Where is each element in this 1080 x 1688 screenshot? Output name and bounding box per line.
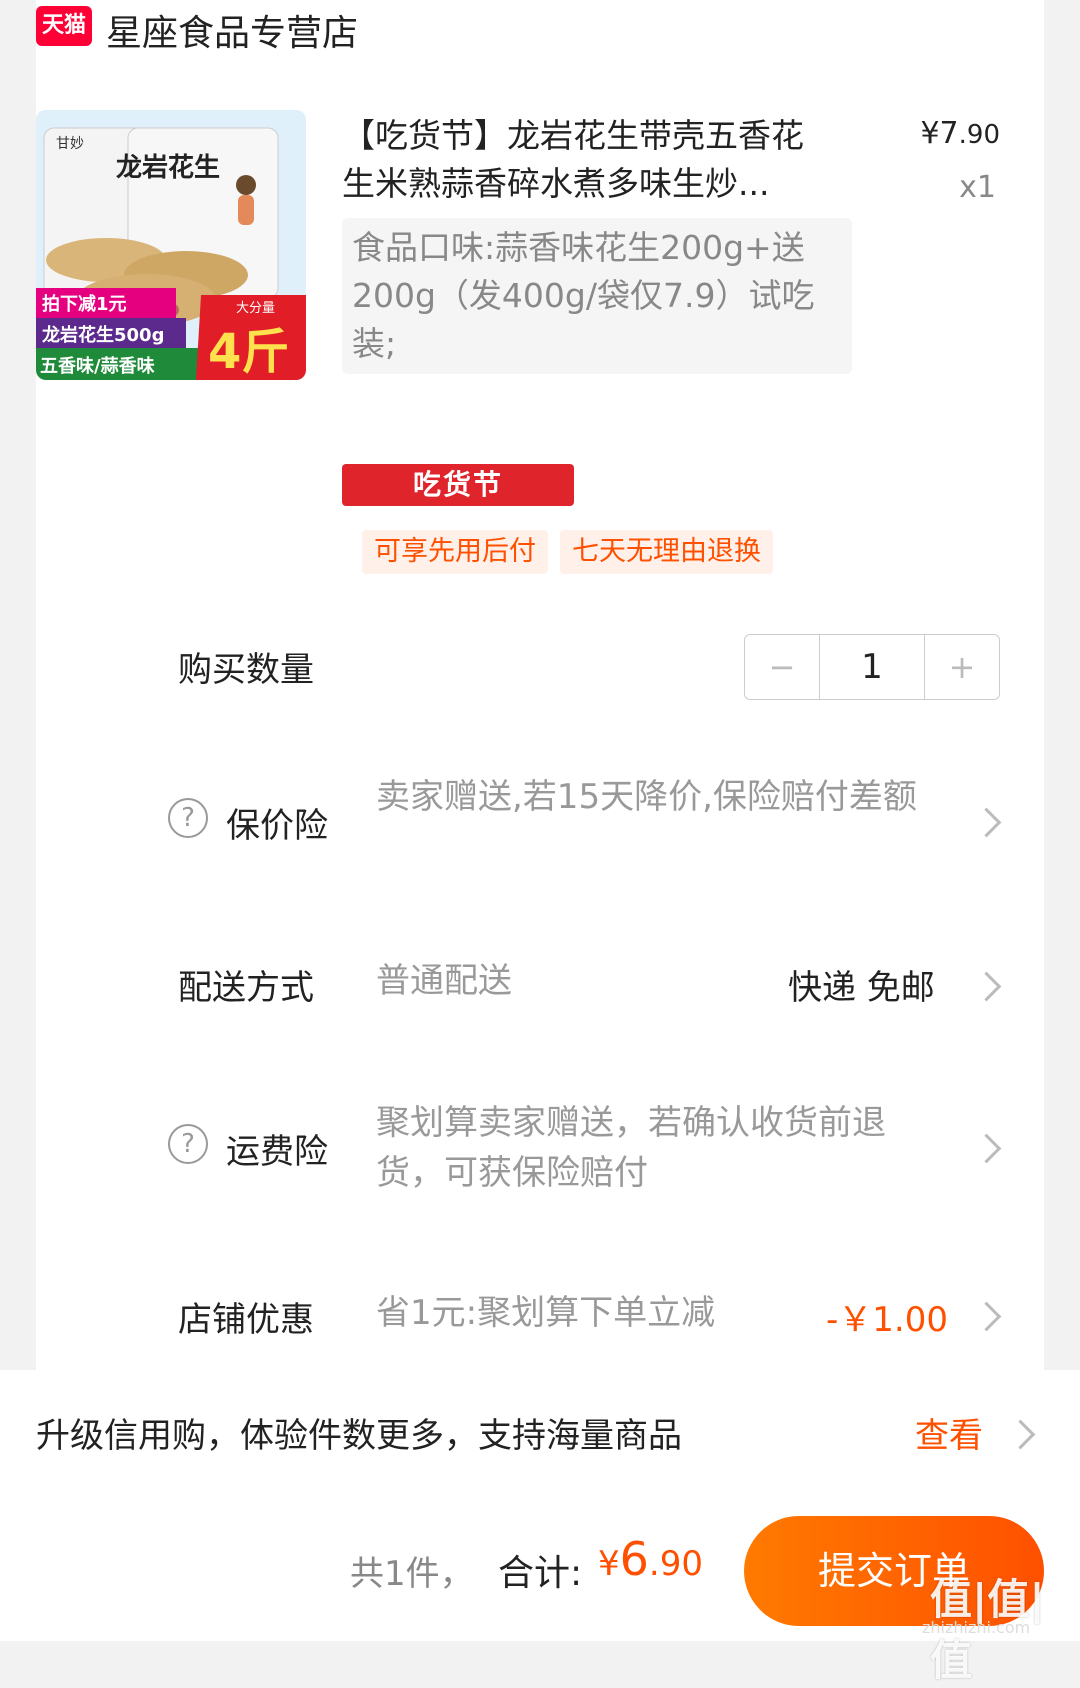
- watermark-site: zhizhizhi.com: [922, 1618, 1031, 1637]
- price-decimal: .90: [958, 120, 1000, 150]
- delivery-method: 普通配送: [376, 961, 512, 1001]
- svg-text:4斤: 4斤: [208, 324, 289, 380]
- product-title[interactable]: 【吃货节】龙岩花生带壳五香花生米熟蒜香碎水煮多味生炒...: [342, 112, 832, 208]
- increment-button[interactable]: +: [925, 635, 999, 699]
- shop-discount-label: 店铺优惠: [178, 1300, 314, 1340]
- festival-tag: 吃货节: [342, 464, 574, 506]
- shop-discount-text: 省1元:聚划算下单立减: [376, 1293, 716, 1333]
- svg-text:龙岩花生500g: 龙岩花生500g: [42, 324, 164, 346]
- total-label: 合计:: [498, 1553, 583, 1594]
- total-amount: ¥6.90: [598, 1532, 703, 1586]
- price-protect-text: 卖家赠送,若15天降价,保险赔付差额: [376, 777, 917, 817]
- total-integer: 6: [619, 1532, 649, 1586]
- svg-text:五香味/蒜香味: 五香味/蒜香味: [40, 355, 155, 377]
- svg-text:大分量: 大分量: [236, 301, 275, 316]
- product-quantity: x1: [959, 170, 996, 205]
- quantity-value[interactable]: 1: [819, 635, 925, 699]
- svg-text:拍下减1元: 拍下减1元: [42, 293, 127, 315]
- delivery-value: 快递 免邮: [788, 968, 935, 1008]
- product-photo-icon: 龙岩花生 甘妙 拍下减1元 龙岩花生500g 五香味/蒜香味 大分量 4斤: [36, 110, 306, 380]
- tmall-logo-icon: 天猫: [36, 6, 92, 46]
- total-symbol: ¥: [598, 1544, 620, 1584]
- checkout-bar: 共1件， 合计: ¥6.90 提交订单 值|值|值 zhizhizhi.com: [0, 1496, 1080, 1685]
- quantity-label: 购买数量: [178, 650, 314, 690]
- help-icon[interactable]: ?: [168, 1124, 208, 1164]
- item-count: 共1件，: [350, 1554, 474, 1594]
- service-tag-pay-later: 可享先用后付: [362, 530, 548, 574]
- decrement-button[interactable]: −: [745, 635, 819, 699]
- svg-text:甘妙: 甘妙: [56, 136, 84, 152]
- shop-discount-value: -￥1.00: [826, 1300, 948, 1340]
- help-icon[interactable]: ?: [168, 798, 208, 838]
- shop-name[interactable]: 星座食品专营店: [106, 4, 358, 56]
- freight-insurance-text: 聚划算卖家赠送，若确认收货前退货，可获保险赔付: [376, 1103, 886, 1193]
- product-image[interactable]: 龙岩花生 甘妙 拍下减1元 龙岩花生500g 五香味/蒜香味 大分量 4斤: [36, 110, 306, 380]
- price-symbol: ¥: [920, 116, 940, 151]
- service-tag-return: 七天无理由退换: [560, 530, 773, 574]
- credit-view-link[interactable]: 查看: [915, 1408, 983, 1457]
- product-price: ¥7.90: [920, 116, 1000, 151]
- quantity-stepper[interactable]: − 1 +: [744, 634, 1000, 700]
- price-integer: 7: [939, 116, 959, 151]
- price-protect-label: 保价险: [226, 806, 328, 846]
- svg-text:龙岩花生: 龙岩花生: [116, 153, 220, 183]
- product-spec[interactable]: 食品口味:蒜香味花生200g+送200g（发400g/袋仅7.9）试吃装;: [342, 218, 852, 374]
- chevron-right-icon[interactable]: [1005, 1419, 1036, 1450]
- credit-banner[interactable]: 升级信用购，体验件数更多，支持海量商品 查看: [0, 1370, 1080, 1496]
- freight-insurance-label: 运费险: [226, 1132, 328, 1172]
- credit-text: 升级信用购，体验件数更多，支持海量商品: [36, 1416, 682, 1456]
- delivery-label: 配送方式: [178, 968, 314, 1008]
- total-decimal: .90: [648, 1544, 703, 1584]
